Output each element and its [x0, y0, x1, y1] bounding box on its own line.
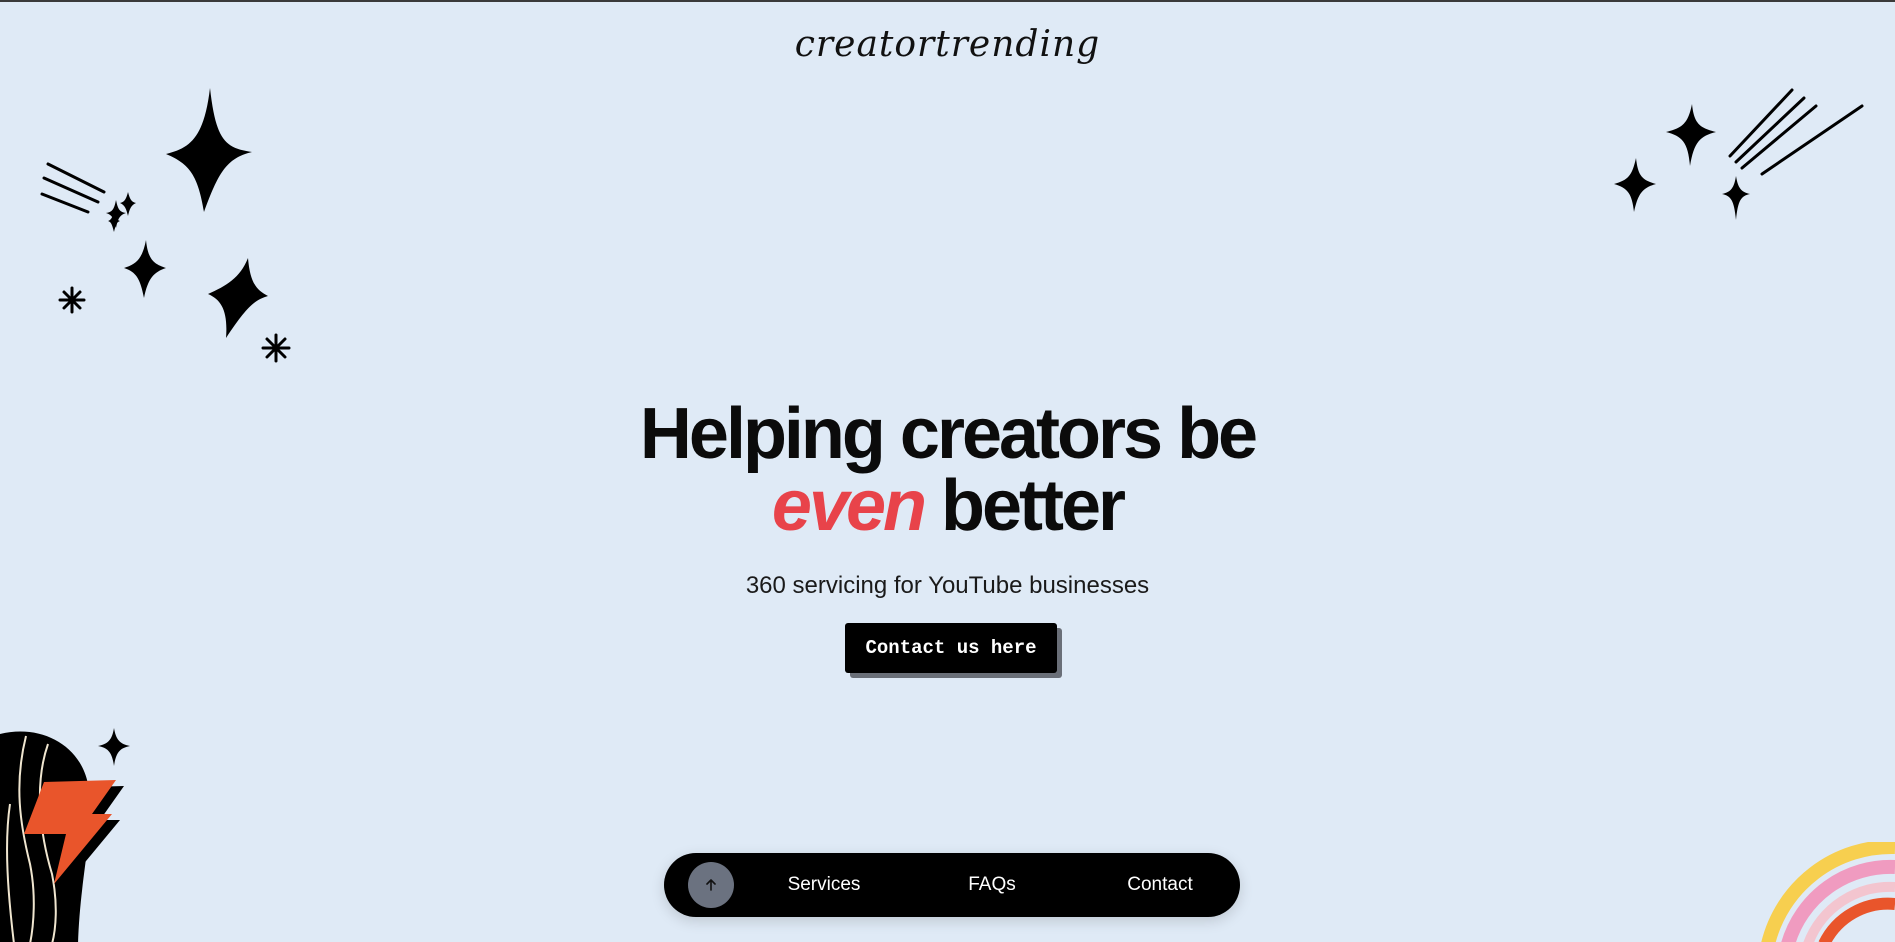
headline-accent-word: even [771, 466, 927, 546]
sparkles-top-left-icon [40, 88, 291, 363]
hero-headline: Helping creators be even better [0, 398, 1895, 542]
nav-faqs-link[interactable]: FAQs [932, 853, 1052, 917]
headline-line2: better [941, 466, 1126, 546]
bottom-navbar: Services FAQs Contact [664, 853, 1240, 917]
nav-services-link[interactable]: Services [764, 853, 884, 917]
brand-logo[interactable]: creatortrending [0, 24, 1895, 65]
contact-us-button[interactable]: Contact us here [845, 623, 1057, 673]
rainbow-icon [1761, 842, 1895, 942]
lightning-blob-icon [0, 728, 130, 942]
headline-line1: Helping creators be [639, 394, 1258, 474]
hero-section: Helping creators be even better 360 serv… [0, 398, 1895, 600]
nav-contact-link[interactable]: Contact [1100, 853, 1220, 917]
sparkles-top-right-icon [1614, 88, 1864, 220]
scroll-to-top-button[interactable] [688, 862, 734, 908]
arrow-up-icon [706, 879, 716, 891]
hero-subtitle: 360 servicing for YouTube businesses [745, 572, 1150, 599]
